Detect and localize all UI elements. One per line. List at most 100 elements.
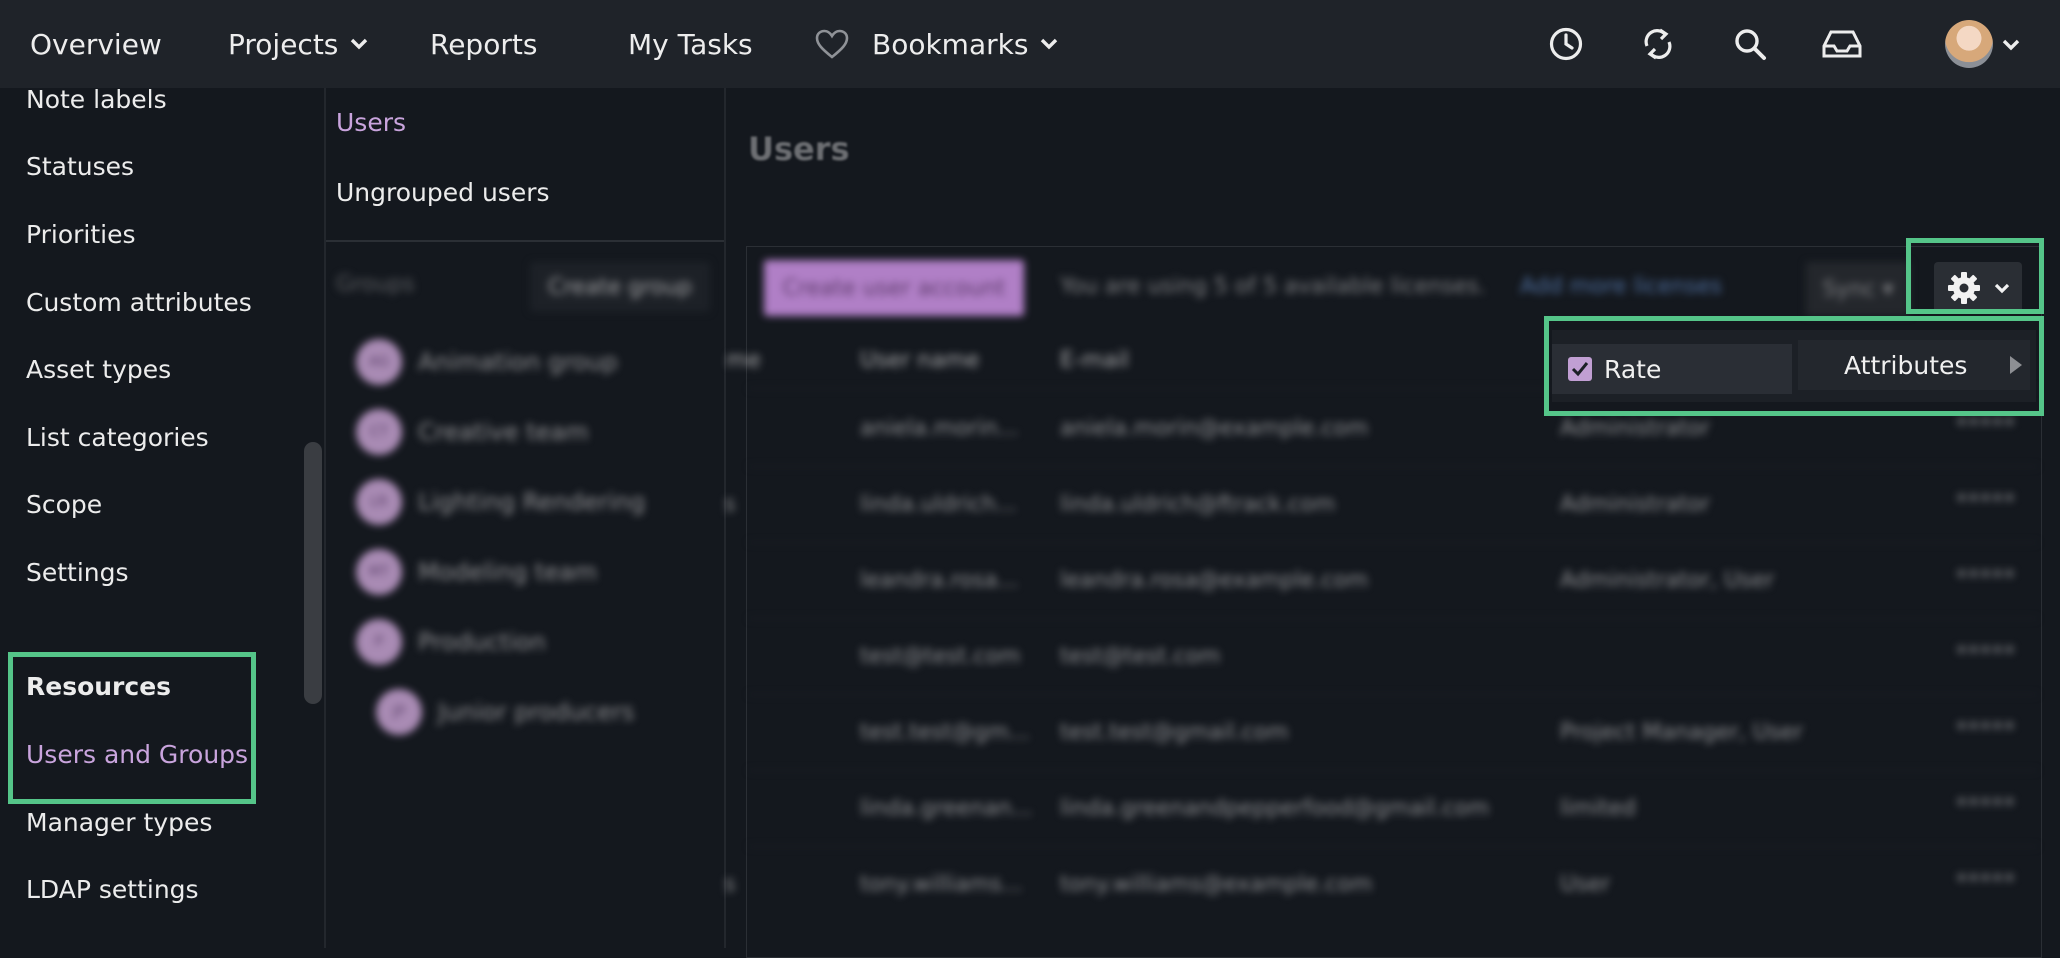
column-header-name[interactable]: me	[726, 348, 761, 373]
group-item[interactable]: AG Animation group	[356, 338, 618, 386]
cell-username: test@test.com	[860, 644, 1021, 669]
sync-button[interactable]: Sync ▾	[1806, 262, 1910, 316]
row-divider	[748, 618, 2038, 619]
nav-ungrouped-users[interactable]: Ungrouped users	[336, 178, 550, 207]
sidebar-scrollbar[interactable]	[304, 442, 322, 704]
group-item[interactable]: MT Modeling team	[356, 548, 597, 596]
sidebar-item-list-categories[interactable]: List categories	[26, 423, 209, 452]
cell-email: test.test@gmail.com	[1060, 720, 1289, 745]
highlight-users-and-groups	[8, 652, 256, 804]
cell-username: test.test@gm...	[860, 720, 1030, 745]
sidebar-item-asset-types[interactable]: Asset types	[26, 355, 171, 384]
cell-roles: Administrator	[1560, 416, 1710, 441]
chevron-down-icon	[351, 38, 368, 50]
sidebar-item-settings[interactable]: Settings	[26, 558, 129, 587]
group-item[interactable]: P Production	[356, 618, 546, 666]
group-item[interactable]: LR Lighting Rendering	[356, 478, 645, 526]
nav-overview[interactable]: Overview	[30, 20, 162, 68]
row-divider	[748, 542, 2038, 543]
sidebar-item-statuses[interactable]: Statuses	[26, 152, 134, 181]
group-avatar: CT	[356, 409, 402, 455]
cell-password: *****	[1956, 566, 2016, 591]
page-title: Users	[748, 130, 850, 168]
inbox-icon[interactable]	[1820, 22, 1864, 66]
group-avatar: LR	[356, 479, 402, 525]
cell-password: *****	[1956, 642, 2016, 667]
nav-my-tasks-label: My Tasks	[628, 27, 753, 61]
cell-roles: Administrator, User	[1560, 568, 1775, 593]
row-divider	[748, 846, 2038, 847]
row-divider	[748, 694, 2038, 695]
users-main-panel: Users Create user account You are using …	[724, 88, 2060, 958]
sidebar-item-custom-attributes[interactable]: Custom attributes	[26, 288, 252, 317]
cell-email: tony.williams@example.com	[1060, 872, 1373, 897]
group-name: Lighting Rendering	[418, 488, 646, 516]
nav-overview-label: Overview	[30, 27, 162, 61]
column-header-email[interactable]: E-mail	[1060, 348, 1129, 373]
cell-roles: limited	[1560, 796, 1636, 821]
cell-password: *****	[1956, 870, 2016, 895]
top-navigation-bar: Overview Projects Reports My Tasks Bookm…	[0, 0, 2060, 88]
nav-my-tasks[interactable]: My Tasks	[628, 20, 753, 68]
nav-projects[interactable]: Projects	[228, 20, 368, 68]
user-avatar[interactable]	[1945, 20, 1993, 68]
users-groups-nav: Users Ungrouped users Groups Create grou…	[326, 88, 724, 948]
cell-username: linda.uldrich...	[860, 492, 1017, 517]
cell-password: *****	[1956, 794, 2016, 819]
cell-password: *****	[1956, 414, 2016, 439]
column-header-username[interactable]: User name	[860, 348, 980, 373]
sidebar-item-scope[interactable]: Scope	[26, 490, 102, 519]
cell-roles: User	[1560, 872, 1611, 897]
cell-username: leandra.rosa...	[860, 568, 1019, 593]
chevron-down-icon	[1041, 38, 1058, 50]
group-avatar: MT	[356, 549, 402, 595]
group-item[interactable]: CT Creative team	[356, 408, 589, 456]
cell-username: linda.greenan...	[860, 796, 1033, 821]
nav-reports[interactable]: Reports	[430, 20, 537, 68]
group-avatar: AG	[356, 339, 402, 385]
group-name: Junior producers	[438, 698, 635, 726]
row-divider	[748, 770, 2038, 771]
sidebar-item-manager-types[interactable]: Manager types	[26, 808, 212, 837]
sidebar-item-priorities[interactable]: Priorities	[26, 220, 136, 249]
cell-email: aniela.morin@example.com	[1060, 416, 1369, 441]
cell-name: s	[724, 872, 736, 897]
sidebar-item-note-labels[interactable]: Note labels	[26, 88, 167, 114]
group-item[interactable]: JP Junior producers	[376, 688, 634, 736]
cell-username: tony.williams...	[860, 872, 1023, 897]
settings-sidebar: Note labels Statuses Priorities Custom a…	[0, 88, 324, 948]
cell-password: *****	[1956, 490, 2016, 515]
sync-icon[interactable]	[1636, 22, 1680, 66]
cell-email: test@test.com	[1060, 644, 1221, 669]
create-group-button[interactable]: Create group	[530, 262, 710, 312]
sidebar-item-ldap-settings[interactable]: LDAP settings	[26, 875, 199, 904]
nav-users[interactable]: Users	[336, 108, 406, 137]
groups-label: Groups	[336, 272, 415, 297]
cell-name: s	[724, 492, 736, 517]
nav-projects-label: Projects	[228, 27, 339, 61]
cell-email: leandra.rosa@example.com	[1060, 568, 1369, 593]
nav-reports-label: Reports	[430, 27, 538, 61]
add-licenses-link[interactable]: Add more licenses	[1520, 274, 1722, 299]
search-icon[interactable]	[1728, 22, 1772, 66]
group-avatar: P	[356, 619, 402, 665]
nav-bookmarks[interactable]: Bookmarks	[814, 20, 1058, 68]
group-name: Creative team	[418, 418, 589, 446]
row-divider	[748, 466, 2038, 467]
group-name: Animation group	[418, 348, 618, 376]
cell-email: linda.uldrich@ftrack.com	[1060, 492, 1336, 517]
highlight-column-menu	[1544, 316, 2044, 416]
history-clock-icon[interactable]	[1544, 22, 1588, 66]
create-user-account-button[interactable]: Create user account	[764, 260, 1024, 316]
cell-roles: Project Manager, User	[1560, 720, 1803, 745]
chevron-down-icon[interactable]	[2002, 39, 2020, 51]
divider	[326, 240, 724, 242]
license-usage-text: You are using 5 of 5 available licenses.	[1060, 274, 1486, 299]
sync-label: Sync	[1822, 276, 1876, 302]
nav-bookmarks-label: Bookmarks	[872, 27, 1029, 61]
heart-icon	[815, 29, 849, 59]
group-avatar: JP	[376, 689, 422, 735]
highlight-column-settings	[1906, 238, 2044, 314]
cell-email: linda.greenandpepperfood@gmail.com	[1060, 796, 1490, 821]
cell-roles: Administrator	[1560, 492, 1710, 517]
